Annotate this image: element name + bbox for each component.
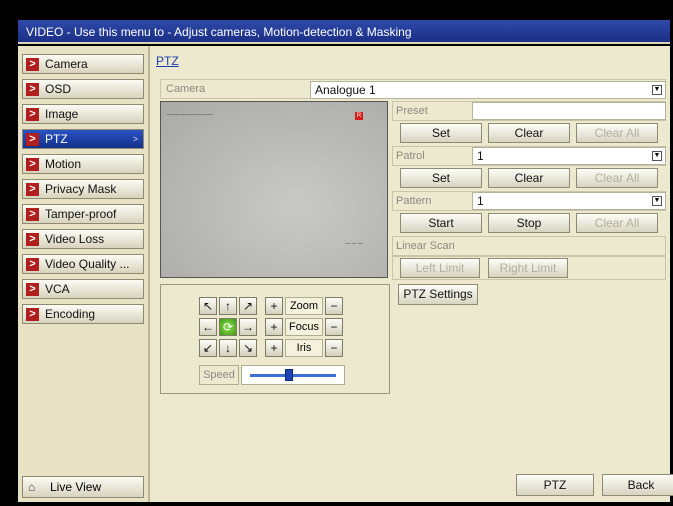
sidebar-item-label: Video Quality ... <box>45 257 130 271</box>
camera-label: Camera <box>166 83 206 95</box>
patrol-select[interactable]: 1 <box>472 147 666 165</box>
chevron-right-icon: > <box>26 82 39 96</box>
left-limit-button[interactable]: Left Limit <box>400 258 480 278</box>
sidebar-item-video-loss[interactable]: > Video Loss <box>22 229 144 249</box>
pattern-value: 1 <box>477 194 484 208</box>
sidebar-item-label: Motion <box>45 157 82 171</box>
iris-close-button[interactable]: − <box>325 339 343 357</box>
chevron-right-icon: > <box>26 157 39 171</box>
camera-select-value: Analogue 1 <box>315 83 376 97</box>
chevron-right-icon: > <box>26 132 39 146</box>
content-frame: > Camera > OSD > Image > PTZ > > Motion … <box>18 46 673 502</box>
auto-rotate-icon[interactable]: ⟳ <box>219 318 237 336</box>
pattern-stop-button[interactable]: Stop <box>488 213 570 233</box>
sidebar-item-vca[interactable]: > VCA <box>22 279 144 299</box>
sidebar-item-image[interactable]: > Image <box>22 104 144 124</box>
pan-right-button[interactable]: → <box>239 318 257 336</box>
focus-label: Focus <box>285 318 323 336</box>
sidebar-item-camera[interactable]: > Camera <box>22 54 144 74</box>
chevron-down-icon: ▼ <box>652 196 662 206</box>
preset-clear-button[interactable]: Clear <box>488 123 570 143</box>
chevron-right-icon: > <box>26 207 39 221</box>
chevron-down-icon: ▼ <box>652 85 662 95</box>
live-view-button[interactable]: ⌂ Live View <box>22 476 144 498</box>
sidebar-item-ptz[interactable]: > PTZ > <box>22 129 144 149</box>
chevron-right-icon: > <box>26 107 39 121</box>
pattern-select[interactable]: 1 <box>472 192 666 210</box>
speed-slider[interactable] <box>241 365 345 385</box>
focus-far-button[interactable]: − <box>325 318 343 336</box>
sidebar-item-osd[interactable]: > OSD <box>22 79 144 99</box>
pattern-clear-all-button[interactable]: Clear All <box>576 213 658 233</box>
sidebar-item-label: Camera <box>45 57 88 71</box>
pan-down-left-button[interactable]: ↙ <box>199 339 217 357</box>
preset-set-button[interactable]: Set <box>400 123 482 143</box>
window-title: VIDEO - Use this menu to - Adjust camera… <box>18 20 670 44</box>
sidebar: > Camera > OSD > Image > PTZ > > Motion … <box>18 46 150 502</box>
patrol-label: Patrol <box>396 150 425 162</box>
zoom-label: Zoom <box>285 297 323 315</box>
speed-slider-thumb[interactable] <box>285 369 294 381</box>
chevron-right-icon: > <box>26 307 39 321</box>
iris-label: Iris <box>285 339 323 357</box>
sidebar-item-encoding[interactable]: > Encoding <box>22 304 144 324</box>
live-view-label: Live View <box>50 480 102 494</box>
sidebar-item-label: Tamper-proof <box>45 207 117 221</box>
sidebar-item-label: OSD <box>45 82 72 96</box>
breadcrumb: PTZ <box>156 54 179 68</box>
patrol-value: 1 <box>477 149 484 163</box>
ptz-settings-button[interactable]: PTZ Settings <box>398 284 478 305</box>
iris-open-button[interactable]: + <box>265 339 283 357</box>
preview-osd-text: — — — — — — — <box>167 112 213 118</box>
linear-scan-label: Linear Scan <box>396 240 455 252</box>
pattern-start-button[interactable]: Start <box>400 213 482 233</box>
sidebar-item-video-quality[interactable]: > Video Quality ... <box>22 254 144 274</box>
chevron-right-icon: > <box>26 257 39 271</box>
sidebar-item-label: VCA <box>45 282 70 296</box>
right-limit-button[interactable]: Right Limit <box>488 258 568 278</box>
sidebar-item-label: Image <box>45 107 79 121</box>
back-button[interactable]: Back <box>602 474 673 496</box>
pan-up-button[interactable]: ↑ <box>219 297 237 315</box>
live-view-icon: ⌂ <box>28 480 36 494</box>
preset-label: Preset <box>396 105 428 117</box>
chevron-right-icon: > <box>26 232 39 246</box>
sidebar-item-label: Encoding <box>45 307 96 321</box>
chevron-right-icon: > <box>26 57 39 71</box>
patrol-set-button[interactable]: Set <box>400 168 482 188</box>
app-window: VIDEO - Use this menu to - Adjust camera… <box>0 0 673 506</box>
preset-field[interactable] <box>472 102 666 120</box>
pan-up-left-button[interactable]: ↖ <box>199 297 217 315</box>
pan-down-button[interactable]: ↓ <box>219 339 237 357</box>
pan-up-right-button[interactable]: ↗ <box>239 297 257 315</box>
pan-left-button[interactable]: ← <box>199 318 217 336</box>
pattern-label: Pattern <box>396 195 432 207</box>
focus-near-button[interactable]: + <box>265 318 283 336</box>
patrol-clear-button[interactable]: Clear <box>488 168 570 188</box>
preset-clear-all-button[interactable]: Clear All <box>576 123 658 143</box>
chevron-right-icon: > <box>26 282 39 296</box>
camera-select[interactable]: Analogue 1 <box>310 81 666 99</box>
zoom-in-button[interactable]: + <box>265 297 283 315</box>
chevron-right-icon: > <box>26 182 39 196</box>
zoom-out-button[interactable]: − <box>325 297 343 315</box>
ptz-control-panel: ↖ ↑ ↗ ← ⟳ → ↙ ↓ ↘ + Zoom − + Focus − + I… <box>160 284 390 394</box>
sidebar-item-label: PTZ <box>45 132 68 146</box>
main-panel: PTZ Camera Analogue 1 ▼ — — — — — — — R … <box>152 46 673 502</box>
pan-down-right-button[interactable]: ↘ <box>239 339 257 357</box>
caret-right-icon: > <box>132 134 138 144</box>
sidebar-item-label: Video Loss <box>45 232 105 246</box>
sidebar-item-label: Privacy Mask <box>45 182 117 196</box>
sidebar-item-tamper-proof[interactable]: > Tamper-proof <box>22 204 144 224</box>
ptz-button[interactable]: PTZ <box>516 474 594 496</box>
patrol-clear-all-button[interactable]: Clear All <box>576 168 658 188</box>
sidebar-item-privacy-mask[interactable]: > Privacy Mask <box>22 179 144 199</box>
chevron-down-icon: ▼ <box>652 151 662 161</box>
speed-label: Speed <box>199 365 239 385</box>
record-indicator-icon: R <box>355 112 363 120</box>
camera-preview: — — — — — — — R — — — <box>160 101 388 278</box>
preview-camera-name-icon: — — — <box>345 241 363 247</box>
sidebar-item-motion[interactable]: > Motion <box>22 154 144 174</box>
